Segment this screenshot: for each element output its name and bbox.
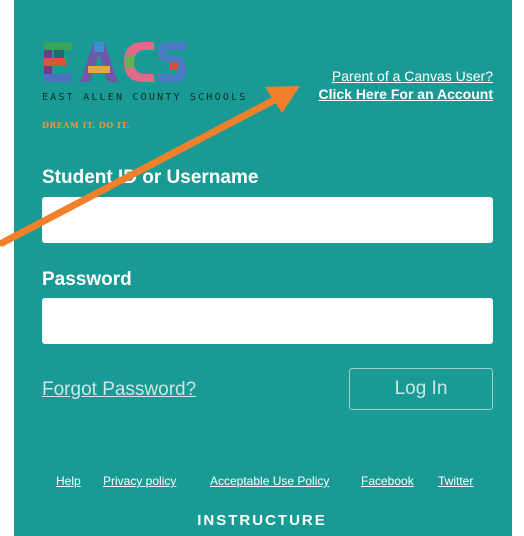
footer-privacy-link[interactable]: Privacy policy [103, 474, 176, 488]
forgot-password-link[interactable]: Forgot Password? [42, 379, 196, 401]
eacs-logo-letters [44, 42, 186, 82]
password-label: Password [42, 269, 132, 290]
parent-link-line2[interactable]: Click Here For an Account [318, 85, 493, 103]
logo-school-name: EAST ALLEN COUNTY SCHOOLS [42, 92, 248, 103]
footer-aup-link[interactable]: Acceptable Use Policy [210, 474, 329, 488]
login-button[interactable]: Log In [349, 368, 493, 410]
footer-links: Help Privacy policy Acceptable Use Polic… [0, 474, 524, 494]
footer-twitter-link[interactable]: Twitter [438, 474, 473, 488]
username-input[interactable] [42, 197, 493, 243]
password-input[interactable] [42, 298, 493, 344]
footer-facebook-link[interactable]: Facebook [361, 474, 414, 488]
footer-help-link[interactable]: Help [56, 474, 81, 488]
parent-account-link[interactable]: Parent of a Canvas User? Click Here For … [318, 67, 493, 103]
logo-tagline: DREAM IT. DO IT. [42, 120, 130, 130]
instructure-brand: INSTRUCTURE [197, 512, 327, 529]
username-label: Student ID or Username [42, 167, 259, 188]
parent-link-line1[interactable]: Parent of a Canvas User? [318, 67, 493, 85]
eacs-logo[interactable]: EAST ALLEN COUNTY SCHOOLS DREAM IT. DO I… [42, 40, 282, 140]
